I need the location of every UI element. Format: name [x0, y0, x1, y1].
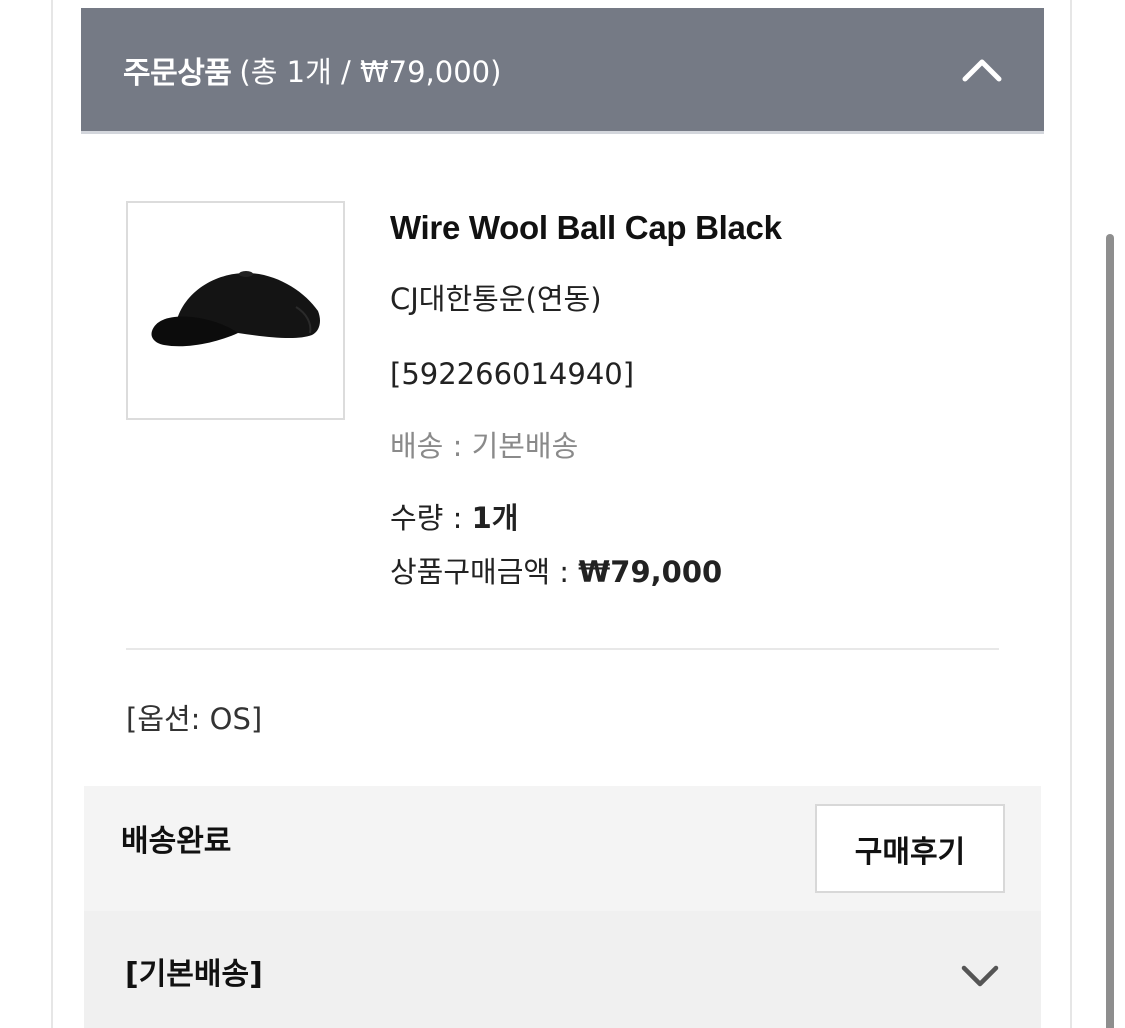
price-value: ₩79,000 [578, 555, 723, 589]
product-option: [옵션: OS] [126, 702, 263, 736]
shipping-type: 배송 : 기본배송 [390, 429, 579, 463]
order-items-summary: (총 1개 / ₩79,000) [239, 54, 502, 89]
right-border [1070, 0, 1072, 1028]
left-border [51, 0, 53, 1028]
price-label: 상품구매금액 : [390, 555, 579, 589]
quantity-row: 수량 : 1개 [390, 498, 1010, 538]
carrier-name: CJ대한통운(연동) [390, 282, 602, 316]
product-info: Wire Wool Ball Cap Black CJ대한통운(연동) [592… [390, 205, 1010, 592]
order-items-title: 주문상품 [123, 55, 232, 91]
order-detail-screen: 주문상품 (총 1개 / ₩79,000) Wire Wool Ball Cap… [0, 0, 1125, 1028]
shipping-group-label: [기본배송] [125, 957, 263, 992]
tracking-number[interactable]: [592266014940] [390, 354, 1010, 394]
write-review-button[interactable]: 구매후기 [815, 804, 1005, 893]
scrollbar[interactable] [1106, 234, 1114, 1028]
quantity-value: 1개 [471, 501, 519, 535]
price-row: 상품구매금액 : ₩79,000 [390, 552, 1010, 592]
order-items-header[interactable]: 주문상품 (총 1개 / ₩79,000) [81, 8, 1044, 134]
product-name[interactable]: Wire Wool Ball Cap Black [390, 205, 1010, 251]
black-cap-image [151, 270, 320, 346]
divider [126, 648, 999, 650]
delivery-status: 배송완료 [121, 824, 232, 859]
product-thumbnail[interactable] [126, 201, 345, 420]
chevron-down-icon[interactable] [958, 958, 1002, 998]
chevron-up-icon[interactable] [960, 48, 1004, 92]
quantity-label: 수량 : [390, 501, 472, 535]
